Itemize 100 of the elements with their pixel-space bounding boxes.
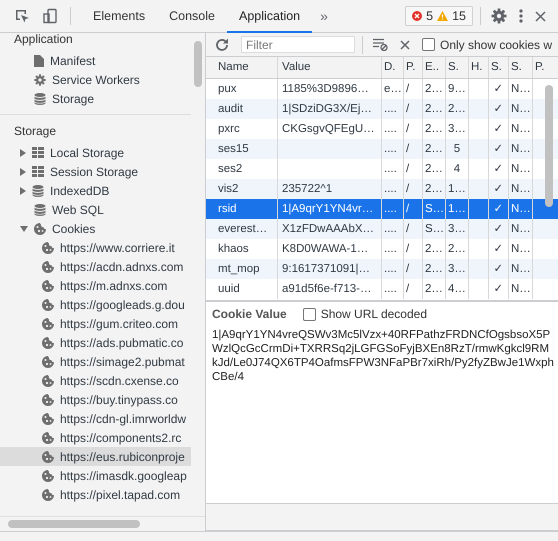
cookie-icon (42, 374, 54, 386)
sidebar-item[interactable]: Manifest (0, 51, 191, 70)
inspect-icon[interactable] (14, 8, 30, 24)
table-cell: 2… (423, 139, 446, 159)
expand-arrow-icon[interactable] (20, 148, 26, 156)
table-cell: ses15 (206, 139, 278, 159)
column-header[interactable]: D. (382, 57, 404, 78)
table-cell: N… (509, 219, 533, 239)
column-header[interactable]: Value (278, 57, 382, 78)
settings-icon[interactable] (491, 8, 507, 24)
table-row[interactable]: rsid 1|A9qrY1YN4vr… .... / S… 1… ✓ N… (206, 199, 558, 219)
table-cell: / (404, 279, 423, 299)
table-cell: ✓ (489, 279, 509, 299)
cookie-icon (42, 412, 54, 424)
refresh-icon[interactable] (215, 38, 229, 52)
table-cell: 2… (423, 259, 446, 279)
sidebar-item[interactable]: Web SQL (0, 200, 191, 219)
database-icon (34, 204, 46, 216)
url-decode-checkbox[interactable]: Show URL decoded (302, 307, 427, 321)
table-row[interactable]: ses15 .... / 2… 5 ✓ N… (206, 139, 558, 159)
cookie-value-text: 1|A9qrY1YN4vreQSWv3Mc5lVzx+40RFPathzFRDNCfOgsbsoX5PWzlQcGcCrmDi+TXRRSq2jLGFGSoFyjBXEn8RzT/rmwKgkcl9RMkJd/Le0J74QX6TP4OafmsFPW3NFaPBr7xiRh/Py2fyZBwJe1WxphCBe/4 (212, 328, 554, 384)
table-cell: / (404, 139, 423, 159)
sidebar-item[interactable]: Service Workers (0, 70, 191, 89)
clear-filter-icon[interactable] (373, 38, 388, 51)
cookie-icon (42, 394, 54, 406)
error-icon (412, 11, 422, 21)
cookie-origin-item[interactable]: https://simage2.pubmat (0, 352, 191, 371)
cookie-origin-item[interactable]: https://components2.rc (0, 428, 191, 447)
table-cell: 5 (446, 139, 469, 159)
cookie-origin-item[interactable]: https://www.corriere.it (0, 238, 191, 257)
cookie-icon (42, 280, 54, 292)
column-header[interactable]: S. (509, 57, 533, 78)
close-icon[interactable] (400, 40, 410, 50)
cookie-icon (42, 356, 54, 368)
cookie-origin-item[interactable]: https://pixel.tapad.com (0, 485, 191, 504)
expand-arrow-icon[interactable] (20, 186, 26, 194)
table-cell: N… (509, 99, 533, 119)
filter-field[interactable]: Filter (241, 36, 355, 53)
cookie-origin-item[interactable]: https://cdn-gl.imrworldw (0, 409, 191, 428)
table-row[interactable]: audit 1|SDziDG3X/Ej… .... / 2… 2… ✓ N… (206, 99, 558, 119)
sidebar-item[interactable]: Local Storage (0, 143, 191, 162)
section-title: Storage (13, 123, 58, 140)
only-show-checkbox[interactable]: Only show cookies w (422, 38, 552, 52)
cookie-icon (42, 318, 54, 330)
table-row[interactable]: mt_mop 9:1617371091|… .... / 2… 3… ✓ N… (206, 259, 558, 279)
panel-tab[interactable]: Elements (81, 1, 158, 33)
cookie-origin-item[interactable]: https://imasdk.googleap (0, 466, 191, 485)
expand-arrow-icon[interactable] (20, 168, 26, 176)
table-cell: N… (509, 259, 533, 279)
column-header[interactable]: S. (489, 57, 509, 78)
table-cell: .... (382, 219, 404, 239)
cookie-icon (42, 450, 54, 462)
table-row[interactable]: vis2 235722^1 .... / 2… 1… ✓ N… (206, 179, 558, 199)
table-cell: 2… (423, 99, 446, 119)
cookie-origin-item[interactable]: https://ads.pubmatic.co (0, 333, 191, 352)
column-header[interactable]: H. (469, 57, 489, 78)
cookie-icon (42, 298, 54, 310)
column-header[interactable]: S. (446, 57, 469, 78)
cookie-origin-item[interactable]: https://googleads.g.dou (0, 295, 191, 314)
database-icon (32, 184, 44, 196)
table-cell: / (404, 259, 423, 279)
column-header[interactable]: P. (404, 57, 423, 78)
cookie-origin-item[interactable]: https://gum.criteo.com (0, 314, 191, 333)
close-icon[interactable] (535, 10, 546, 22)
table-row[interactable]: everest… X1zFDwAAAbX… .... / S… 3… ✓ N… (206, 219, 558, 239)
cookie-icon (42, 336, 54, 348)
menu-icon[interactable] (519, 9, 523, 23)
more-tabs-button[interactable]: » (312, 8, 336, 24)
table-cell: mt_mop (206, 259, 278, 279)
device-icon[interactable] (42, 8, 58, 24)
cookie-origin-item[interactable]: https://acdn.adnxs.com (0, 257, 191, 276)
cookie-icon (42, 242, 54, 254)
collapse-arrow-icon[interactable] (20, 226, 28, 232)
grid-icon (32, 147, 44, 158)
cookie-origin-item[interactable]: https://eus.rubiconproje (0, 447, 191, 466)
column-header[interactable]: E.. (423, 57, 446, 78)
sidebar-item[interactable]: Cookies (0, 219, 191, 238)
sidebar-item[interactable]: Session Storage (0, 162, 191, 181)
cookie-origin-item[interactable]: https://scdn.cxense.co (0, 371, 191, 390)
scrollbar-thumb[interactable] (194, 41, 202, 87)
table-cell: 2… (423, 279, 446, 299)
table-cell: audit (206, 99, 278, 119)
column-header[interactable]: P. (533, 57, 558, 78)
cookie-origin-item[interactable]: https://m.adnxs.com (0, 276, 191, 295)
sidebar-item[interactable]: Storage (0, 89, 191, 108)
table-cell: 3… (446, 219, 469, 239)
table-cell: / (404, 99, 423, 119)
scrollbar-thumb[interactable] (8, 520, 140, 528)
column-header[interactable]: Name (206, 57, 278, 78)
cookie-icon (42, 488, 54, 500)
scrollbar-thumb[interactable] (545, 85, 553, 207)
sidebar-item[interactable]: IndexedDB (0, 181, 191, 200)
issues-counter[interactable]: 5 15 (405, 6, 473, 26)
gear-icon (34, 74, 46, 86)
cookie-origin-item[interactable]: https://buy.tinypass.co (0, 390, 191, 409)
cookie-value-label: Cookie Value (212, 307, 287, 321)
cookie-icon (42, 470, 54, 482)
panel-tab[interactable]: Console (157, 1, 227, 33)
table-cell: 9:1617371091|… (278, 259, 382, 279)
table-row[interactable]: uuid a91d5f6e-f713-… .... / 2… 4… ✓ N… (206, 279, 558, 299)
